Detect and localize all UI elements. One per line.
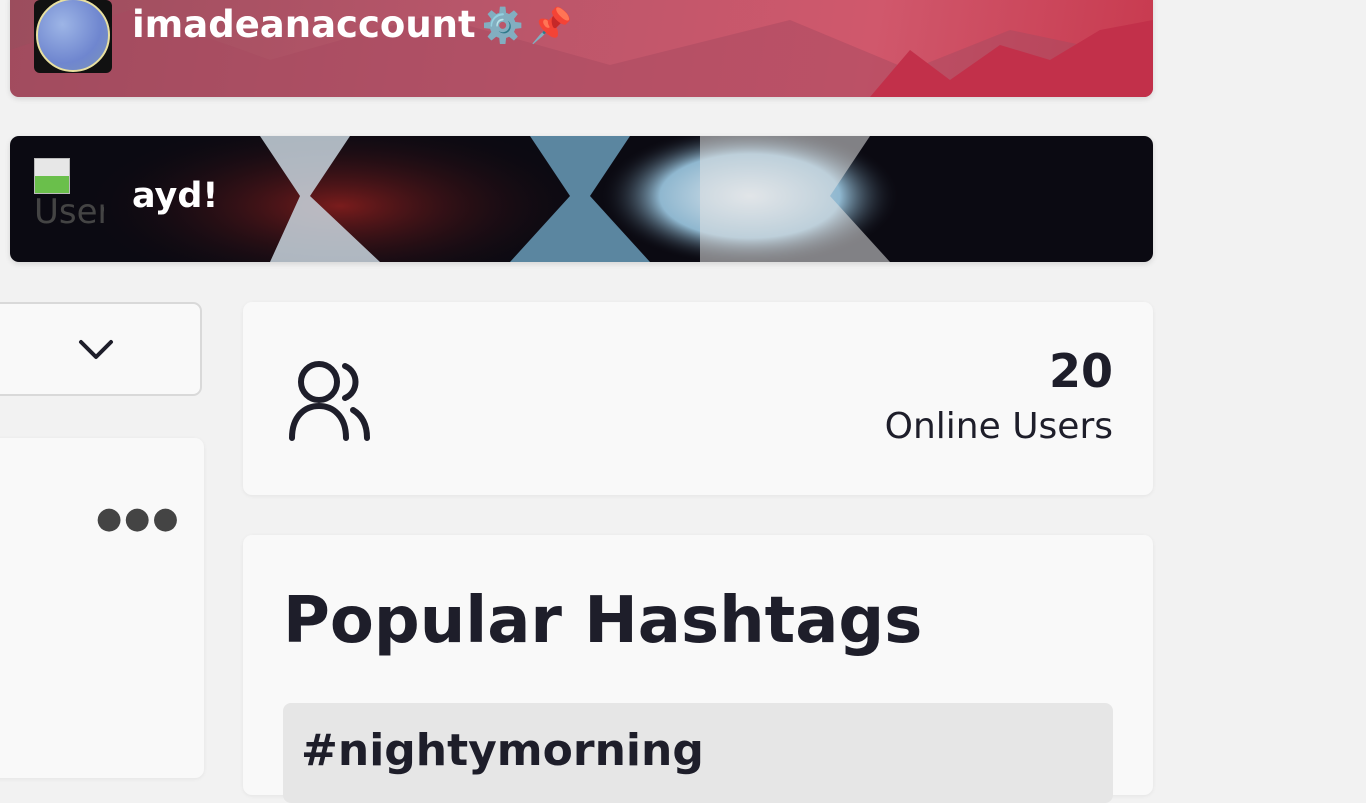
hashtag-label: #nightymorning: [301, 725, 704, 776]
username[interactable]: imadeanaccount ⚙️ 📌: [132, 0, 572, 51]
username[interactable]: ayd!: [132, 176, 218, 216]
gear-icon: ⚙️: [481, 6, 525, 46]
online-users-count: 20: [1048, 344, 1113, 398]
avatar[interactable]: [34, 0, 112, 73]
filter-dropdown[interactable]: [0, 302, 202, 396]
chevron-down-icon: [79, 340, 113, 359]
post-panel: ●●●: [0, 438, 204, 778]
more-options-icon[interactable]: ●●●: [96, 504, 181, 534]
hashtag-item[interactable]: #nightymorning: [283, 703, 1113, 803]
users-icon: [289, 361, 370, 441]
user-avatar-broken[interactable]: User: [34, 158, 104, 238]
section-title: Popular Hashtags: [283, 584, 923, 658]
pin-icon: 📌: [530, 6, 573, 46]
user-card-imadeanaccount[interactable]: imadeanaccount ⚙️ 📌: [10, 0, 1153, 97]
user-card-ayd[interactable]: User ayd!: [10, 136, 1153, 262]
online-users-label: Online Users: [884, 406, 1113, 447]
online-users-card: 20 Online Users: [243, 302, 1153, 495]
popular-hashtags-card: Popular Hashtags #nightymorning: [243, 535, 1153, 803]
